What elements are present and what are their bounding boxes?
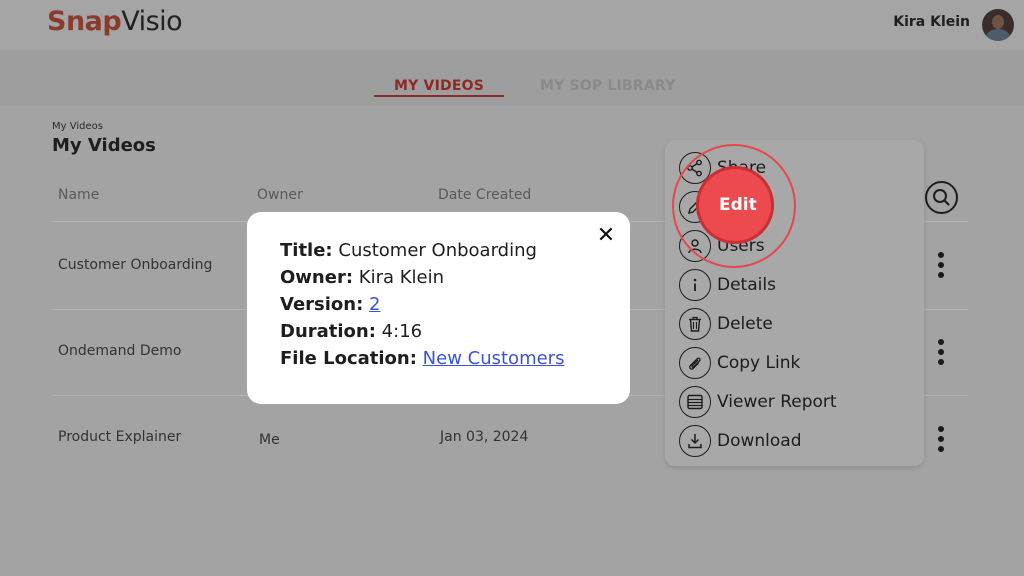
tabs-bar [0,50,1024,106]
menu-item-delete[interactable]: Delete [679,308,909,340]
detail-label: Owner: [280,267,354,288]
tab-my-videos[interactable]: MY VIDEOS [374,78,504,94]
menu-item-download[interactable]: Download [679,425,909,457]
menu-item-label: Download [717,431,802,451]
date-created-cell: Jan 03, 2024 [440,429,529,445]
row-actions-kebab[interactable] [936,426,946,456]
menu-item-viewer-report[interactable]: Viewer Report [679,386,909,418]
page-title: My Videos [52,135,156,156]
edit-highlight-label[interactable]: Edit [719,195,757,215]
search-button[interactable] [925,181,958,214]
report-icon [679,386,711,418]
column-header-date-created[interactable]: Date Created [438,187,531,203]
video-details-dialog: ✕ Title: Customer Onboarding Owner: Kira… [247,212,630,404]
detail-value: Kira Klein [358,267,445,288]
avatar-head-shape [992,15,1004,29]
user-name[interactable]: Kira Klein [893,14,970,30]
row-actions-kebab[interactable] [936,252,946,282]
logo-snap-text: Snap [47,6,122,37]
close-icon[interactable]: ✕ [596,225,616,247]
avatar-body-shape [986,29,1010,41]
menu-item-label: Viewer Report [717,392,837,412]
video-name-cell[interactable]: Product Explainer [58,429,181,445]
search-icon [933,189,950,206]
detail-row-duration: Duration: 4:16 [280,321,422,342]
detail-row-title: Title: Customer Onboarding [280,240,537,261]
video-name-cell[interactable]: Customer Onboarding [58,257,212,273]
detail-label: Duration: [280,321,376,342]
detail-row-version: Version: 2 [280,294,380,315]
app-header: SnapVisio Kira Klein [0,0,1024,50]
detail-value: Customer Onboarding [338,240,537,261]
detail-label: Title: [280,240,333,261]
detail-label: Version: [280,294,364,315]
avatar[interactable] [982,9,1014,41]
owner-cell: Me [259,432,280,448]
active-tab-indicator [374,95,504,97]
menu-item-label: Delete [717,314,773,334]
download-icon [679,425,711,457]
detail-row-file-location: File Location: New Customers [280,348,564,369]
column-header-owner[interactable]: Owner [257,187,303,203]
detail-value: 4:16 [381,321,423,342]
info-icon [679,269,711,301]
logo-visio-text: Visio [121,6,183,37]
detail-row-owner: Owner: Kira Klein [280,267,444,288]
tab-my-sop-library[interactable]: MY SOP LIBRARY [540,78,675,94]
menu-item-copy-link[interactable]: Copy Link [679,347,909,379]
version-link[interactable]: 2 [369,294,380,315]
trash-icon [679,308,711,340]
menu-item-label: Copy Link [717,353,801,373]
video-name-cell[interactable]: Ondemand Demo [58,343,181,359]
breadcrumb[interactable]: My Videos [52,121,103,132]
snapvisio-logo[interactable]: SnapVisio [47,6,183,37]
row-actions-kebab[interactable] [936,339,946,369]
file-location-link[interactable]: New Customers [423,348,565,369]
detail-label: File Location: [280,348,417,369]
menu-item-details[interactable]: Details [679,269,909,301]
paperclip-icon [679,347,711,379]
menu-item-label: Details [717,275,776,295]
column-header-name[interactable]: Name [58,187,99,203]
